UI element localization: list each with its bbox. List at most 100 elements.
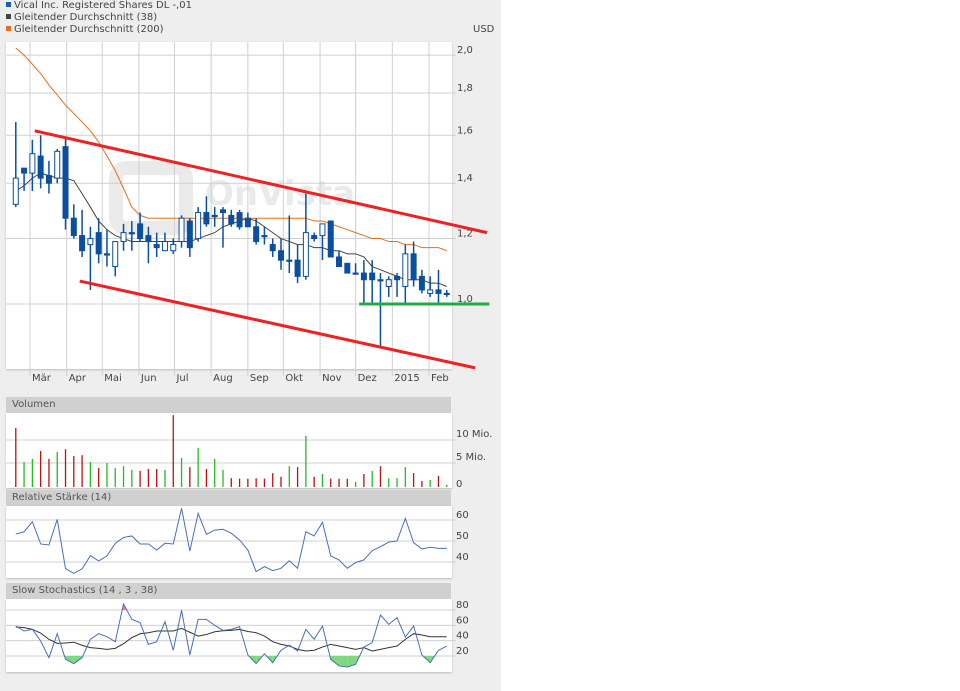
- candle: [236, 209, 243, 230]
- candle-body: [236, 212, 243, 228]
- price-tick-label: 1,4: [457, 173, 473, 184]
- candle: [137, 212, 144, 242]
- candle-body: [12, 177, 19, 205]
- candle: [244, 212, 251, 228]
- chart-stage: Vical Inc. Registered Shares DL -,01 Gle…: [0, 0, 501, 691]
- candle-body: [153, 244, 160, 249]
- chart-svg: OnVista2,01,81,61,41,21,0Mär Apr Mai Jun Jul…: [6, 42, 492, 668]
- candle: [37, 135, 44, 189]
- candle-body: [294, 259, 301, 277]
- volume-tick-label: 5 Mio.: [456, 452, 486, 463]
- candle: [311, 232, 318, 242]
- candle-body: [219, 209, 226, 214]
- candle-body: [427, 289, 434, 294]
- month-tick-label: Okt: [285, 373, 303, 384]
- candle: [377, 273, 384, 346]
- candle: [269, 238, 276, 257]
- candle-body: [120, 232, 127, 243]
- month-tick-label: Jul: [175, 373, 188, 384]
- volume-tick-label: 0: [456, 479, 462, 490]
- candle: [178, 215, 185, 248]
- candle-body: [344, 262, 351, 274]
- candle: [418, 269, 425, 294]
- volume-tick-label: 10 Mio.: [456, 429, 492, 440]
- month-tick-label: Jun: [140, 373, 157, 384]
- candle: [103, 229, 110, 267]
- candle-body: [302, 232, 309, 277]
- stoch-tick-label: 80: [456, 600, 469, 611]
- candle-body: [178, 217, 185, 243]
- candle-body: [402, 253, 409, 287]
- candle: [62, 137, 69, 230]
- candle: [352, 263, 359, 275]
- month-tick-label: Sep: [250, 373, 269, 384]
- candle: [394, 273, 401, 297]
- candle: [402, 244, 409, 304]
- candle-body: [170, 244, 177, 252]
- price-tick-label: 1,8: [457, 83, 473, 94]
- candle: [79, 209, 86, 257]
- candle-body: [45, 175, 52, 184]
- stoch-d-line: [15, 626, 447, 652]
- candle-body: [161, 241, 168, 252]
- candle-body: [211, 214, 218, 218]
- candle-body: [21, 167, 28, 174]
- candle-body: [186, 220, 193, 249]
- candle-body: [29, 153, 36, 174]
- candle-body: [79, 235, 86, 252]
- candle: [170, 238, 177, 254]
- candle-body: [103, 253, 110, 256]
- candle-body: [70, 217, 77, 237]
- candle: [327, 220, 334, 258]
- stoch-tick-label: 60: [456, 615, 469, 626]
- candle-body: [369, 272, 376, 281]
- candle-body: [54, 150, 61, 179]
- candle-body: [410, 253, 417, 281]
- candle-body: [418, 275, 425, 291]
- price-tick-label: 2,0: [457, 45, 473, 56]
- candle: [195, 207, 202, 242]
- month-tick-label: Apr: [69, 373, 87, 384]
- candle: [294, 244, 301, 284]
- candle: [21, 167, 28, 191]
- month-tick-label: Aug: [213, 373, 233, 384]
- candle-body: [394, 275, 401, 281]
- candle-body: [195, 212, 202, 240]
- stoch-oversold-fill: [339, 656, 348, 667]
- watermark-logo-mark: [109, 161, 193, 235]
- candle-body: [37, 155, 44, 179]
- month-tick-label: Feb: [431, 373, 449, 384]
- candle: [161, 232, 168, 252]
- candle-body: [95, 232, 102, 255]
- candle: [70, 204, 77, 239]
- candle-body: [137, 223, 144, 240]
- candle-body: [87, 238, 94, 246]
- candle: [435, 269, 442, 304]
- candle-body: [253, 226, 260, 243]
- month-tick-label: Mai: [104, 373, 122, 384]
- candle-body: [112, 241, 119, 268]
- month-tick-label: Mär: [32, 373, 52, 384]
- candle: [153, 232, 160, 257]
- price-tick-label: 1,6: [457, 125, 473, 136]
- month-tick-label: Dez: [358, 373, 377, 384]
- candle-body: [311, 235, 318, 240]
- candle-body: [435, 289, 442, 294]
- candle: [286, 215, 293, 274]
- candle: [360, 260, 367, 304]
- candle: [336, 250, 343, 268]
- stoch-tick-label: 40: [456, 631, 469, 642]
- candle: [186, 218, 193, 257]
- candle: [278, 238, 285, 270]
- month-tick-label: 2015: [394, 373, 419, 384]
- candle: [410, 241, 417, 287]
- candle-body: [327, 220, 334, 258]
- candle-body: [443, 292, 450, 296]
- candle-body: [377, 279, 384, 282]
- candle: [427, 276, 434, 297]
- rsi-tick-label: 40: [456, 552, 469, 563]
- candle: [54, 148, 61, 184]
- stoch-tick-label: 20: [456, 646, 469, 657]
- candle-body: [228, 214, 235, 225]
- candle-body: [203, 212, 210, 225]
